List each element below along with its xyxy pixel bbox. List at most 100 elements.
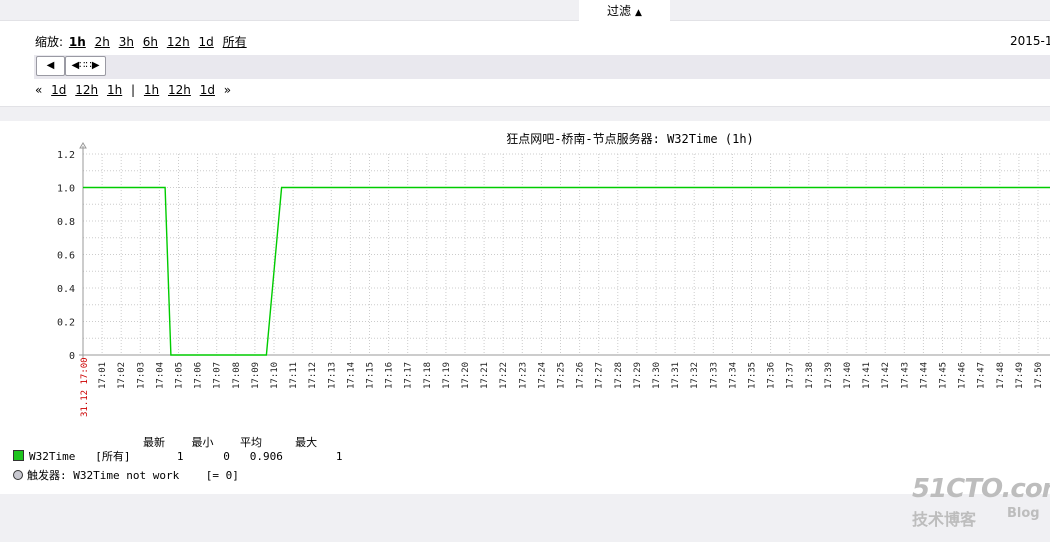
x-tick-label: 17:12 [308, 362, 318, 389]
section-divider [0, 106, 1050, 121]
next-period-icon: » [223, 83, 232, 97]
watermark-main: 51CTO.com [912, 474, 1050, 504]
period-navigation: « 1d 12h 1h | 1h 12h 1d » [35, 82, 236, 98]
x-tick-label: 17:03 [136, 362, 146, 389]
x-tick-label: 17:09 [251, 362, 261, 389]
x-tick-label: 17:29 [633, 362, 643, 389]
x-tick-label: 17:14 [346, 362, 356, 389]
x-tick-label: 17:35 [748, 362, 758, 389]
back-12h-link[interactable]: 12h [75, 83, 98, 97]
trigger-value: [= 0] [205, 469, 239, 482]
zoom-12h[interactable]: 12h [167, 35, 190, 49]
x-tick-label: 17:15 [366, 362, 376, 389]
x-tick-label: 17:10 [270, 362, 280, 389]
x-tick-label: 17:36 [767, 362, 777, 389]
y-tick-label: 0.2 [57, 318, 75, 329]
filter-toggle[interactable]: 过滤 ▲ [579, 0, 670, 21]
zoom-3h[interactable]: 3h [119, 35, 134, 49]
x-tick-label: 17:42 [881, 362, 891, 389]
back-1h-link[interactable]: 1h [107, 83, 122, 97]
x-tick-label: 17:22 [499, 362, 509, 389]
zoom-1h[interactable]: 1h [69, 35, 86, 49]
x-tick-label: 17:31 [671, 362, 681, 389]
zoom-controls: 缩放: 1h 2h 3h 6h 12h 1d 所有 [35, 34, 252, 50]
x-tick-label: 17:08 [232, 362, 242, 389]
zoom-2h[interactable]: 2h [95, 35, 110, 49]
scroll-left-button[interactable]: ◀ [36, 56, 65, 76]
x-tick-label: 17:04 [155, 362, 165, 389]
scrollbar-track[interactable] [34, 55, 1050, 79]
y-tick-label: 1.2 [57, 150, 75, 161]
x-tick-label: 17:16 [385, 362, 395, 389]
x-tick-label: 17:11 [289, 362, 299, 389]
legend-trigger: 触发器: W32Time not work [= 0] [13, 467, 239, 483]
x-tick-label: 17:30 [652, 362, 662, 389]
x-tick-label: 17:27 [595, 362, 605, 389]
watermark-sub: 技术博客 [912, 510, 977, 529]
trigger-label: 触发器: W32Time not work [27, 469, 180, 482]
forward-12h-link[interactable]: 12h [168, 83, 191, 97]
x-tick-label: 17:18 [423, 362, 433, 389]
x-tick-label: 17:13 [327, 362, 337, 389]
x-tick-label: 17:25 [557, 362, 567, 389]
x-tick-label: 17:19 [442, 362, 452, 389]
x-tick-label: 17:01 [98, 362, 108, 389]
x-tick-label: 17:48 [996, 362, 1006, 389]
scroll-handle[interactable]: ◀∷∷▶ [65, 56, 106, 76]
x-tick-label: 17:47 [977, 362, 987, 389]
triangle-up-icon: ▲ [635, 8, 642, 18]
x-tick-label: 17:39 [824, 362, 834, 389]
x-tick-label: 17:17 [404, 362, 414, 389]
series-color-swatch [13, 450, 24, 461]
legend-avg-value: 0.906 [249, 450, 283, 463]
x-tick-label: 17:40 [843, 362, 853, 389]
legend-item-scope: [所有] [95, 450, 131, 463]
back-1d-link[interactable]: 1d [51, 83, 66, 97]
trigger-icon [13, 470, 23, 480]
legend-max-value: 1 [335, 450, 343, 463]
graph-canvas[interactable]: 0 0.2 0.4 0.6 0.8 1.0 1.2 31.12 17:00 17:01 17:02… [0, 140, 1050, 440]
x-tick-label: 17:41 [862, 362, 872, 389]
x-tick-label: 17:37 [786, 362, 796, 389]
x-tick-label: 17:20 [461, 362, 471, 389]
forward-1h-link[interactable]: 1h [144, 83, 159, 97]
zoom-all[interactable]: 所有 [223, 35, 247, 49]
period-separator: | [131, 83, 136, 97]
x-tick-label: 17:43 [900, 362, 910, 389]
legend-item: W32Time [所有] 1 0 0.906 1 [13, 448, 342, 464]
x-tick-label: 17:26 [576, 362, 586, 389]
legend-item-name: W32Time [29, 450, 76, 463]
legend-min-value: 0 [223, 450, 230, 463]
x-tick-label: 17:32 [690, 362, 700, 389]
x-tick-label: 17:05 [175, 362, 185, 389]
x-tick-label: 17:50 [1034, 362, 1044, 389]
period-date: 2015-1 [1010, 34, 1050, 48]
y-tick-label: 0 [69, 351, 75, 362]
x-tick-label: 17:46 [958, 362, 968, 389]
legend-last-value: 1 [176, 450, 184, 463]
x-tick-label: 17:02 [117, 362, 127, 389]
x-tick-label: 17:45 [939, 362, 949, 389]
zoom-6h[interactable]: 6h [143, 35, 158, 49]
top-bar [0, 0, 1050, 21]
watermark-logo: 51CTO.com 技术博客 Blog [912, 474, 1050, 529]
x-tick-label: 17:07 [213, 362, 223, 389]
filter-label: 过滤 [607, 4, 632, 18]
y-tick-label: 1.0 [57, 184, 75, 195]
footer-band [0, 494, 1050, 542]
y-tick-label: 0.6 [57, 251, 75, 262]
x-tick-label: 17:28 [614, 362, 624, 389]
zoom-label: 缩放: [35, 35, 64, 49]
x-tick-label: 17:24 [537, 362, 547, 389]
prev-period-icon: « [35, 83, 43, 97]
x-start-label: 31.12 17:00 [80, 357, 90, 417]
zoom-1d[interactable]: 1d [199, 35, 214, 49]
watermark-blog: Blog [1007, 506, 1040, 521]
y-tick-label: 0.8 [57, 217, 75, 228]
forward-1d-link[interactable]: 1d [200, 83, 215, 97]
x-tick-label: 17:44 [919, 362, 929, 389]
y-tick-label: 0.4 [57, 284, 75, 295]
x-tick-label: 17:38 [805, 362, 815, 389]
x-tick-label: 17:21 [480, 362, 490, 389]
x-tick-label: 17:23 [518, 362, 528, 389]
